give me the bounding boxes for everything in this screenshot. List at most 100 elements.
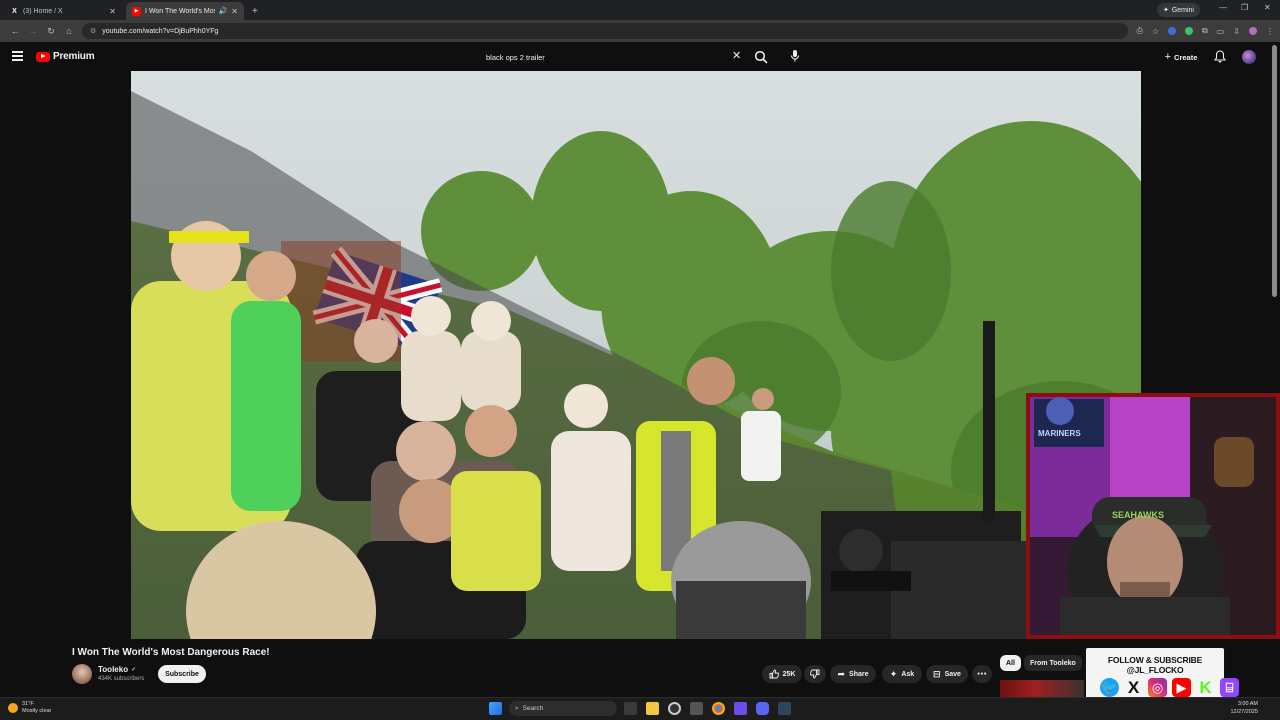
weather-temp: 31°F: [22, 701, 34, 707]
youtube-logo[interactable]: Premium: [36, 51, 95, 62]
svg-text:SEAHAWKS: SEAHAWKS: [1112, 510, 1164, 520]
weather-widget[interactable]: 31°F Mostly clear: [8, 701, 51, 715]
steam-icon[interactable]: [778, 702, 791, 715]
chip-from-channel[interactable]: From Tooleko: [1024, 655, 1082, 671]
video-frame: [131, 71, 1141, 639]
kick-icon: K: [1199, 677, 1212, 697]
tab-title: I Won The World's Most Da: [145, 7, 215, 15]
browser-tab-strip: X (3) Home / X ✕ ▶ I Won The World's Mos…: [0, 0, 1280, 20]
app-icon[interactable]: [734, 702, 747, 715]
notifications-bell-icon[interactable]: [1214, 50, 1226, 63]
tab-x-home[interactable]: X (3) Home / X ✕: [4, 2, 122, 20]
app-icon[interactable]: [690, 702, 703, 715]
plus-icon: +: [1164, 51, 1172, 63]
like-count: 25K: [782, 670, 796, 678]
menu-icon[interactable]: [12, 51, 23, 61]
share-button[interactable]: ➦ Share: [830, 665, 876, 683]
video-title: I Won The World's Most Dangerous Race!: [72, 647, 270, 658]
address-bar[interactable]: ⚙ youtube.com/watch?v=DjBuPhh0YFg: [82, 23, 1129, 39]
youtube-header: Premium black ops 2 trailer ✕ + Create: [0, 42, 1280, 72]
site-info-icon[interactable]: ⚙: [90, 27, 96, 35]
chip-all[interactable]: All: [1000, 655, 1021, 671]
clock-time: 3:00 AM: [1237, 701, 1258, 707]
follow-text: FOLLOW & SUBSCRIBE @JL_FLOCKO: [1107, 655, 1203, 675]
streamer-webcam: SEAHAWKS MARINERS: [1026, 393, 1280, 639]
chrome-icon[interactable]: [712, 702, 725, 715]
twitter-icon: 🐦: [1100, 678, 1119, 697]
speaker-icon[interactable]: 🔊: [219, 7, 228, 15]
search-input[interactable]: black ops 2 trailer: [479, 48, 749, 66]
create-label: Create: [1174, 52, 1198, 62]
bookmark-icon: ⊟: [933, 668, 941, 679]
account-avatar[interactable]: [1242, 50, 1256, 64]
save-button[interactable]: ⊟ Save: [926, 665, 968, 683]
sidepanel-icon[interactable]: ▭: [1217, 27, 1225, 36]
microphone-icon[interactable]: [790, 49, 800, 63]
channel-name[interactable]: Tooleko ✔: [98, 665, 136, 674]
downloads-icon[interactable]: ⇩: [1233, 27, 1240, 36]
profile-icon[interactable]: [1249, 27, 1257, 35]
weather-moon-icon: [8, 703, 18, 713]
search-icon[interactable]: [754, 50, 768, 64]
close-icon[interactable]: ✕: [109, 7, 116, 16]
sparkle-icon: ✦: [1162, 7, 1169, 14]
page-scrollbar[interactable]: [1272, 45, 1277, 297]
windows-taskbar: 31°F Mostly clear ⌕ Search 3:00 AM 12/27…: [0, 697, 1280, 720]
dislike-button[interactable]: [804, 665, 826, 683]
taskbar-search[interactable]: ⌕ Search: [509, 701, 617, 716]
logo-text: Premium: [53, 51, 95, 62]
screen: X (3) Home / X ✕ ▶ I Won The World's Mos…: [0, 0, 1280, 720]
clock-date: 12/27/2025: [1230, 708, 1258, 715]
thumbs-up-icon: [769, 669, 779, 679]
new-tab-button[interactable]: +: [252, 2, 258, 20]
youtube-icon: ▶: [132, 6, 141, 16]
menu-dots-icon[interactable]: ⋮: [1266, 27, 1274, 36]
thumbs-down-icon: [810, 669, 820, 679]
file-explorer-icon[interactable]: [646, 702, 659, 715]
task-view-icon[interactable]: [624, 702, 637, 715]
discord-icon[interactable]: [756, 702, 769, 715]
subscriber-count: 434K subscribers: [98, 676, 145, 682]
bookmark-star-icon[interactable]: ☆: [1152, 27, 1159, 36]
maximize-icon[interactable]: ❐: [1241, 3, 1248, 12]
home-icon[interactable]: ⌂: [60, 26, 78, 36]
search-icon: ⌕: [515, 704, 519, 712]
youtube-icon: ▶: [1172, 678, 1191, 697]
video-player[interactable]: [131, 71, 1141, 639]
minimize-icon[interactable]: —: [1219, 3, 1227, 12]
recommended-video-thumbnail[interactable]: [1000, 680, 1086, 698]
x-logo-icon: X: [12, 7, 17, 15]
close-window-icon[interactable]: ✕: [1264, 3, 1271, 12]
app-icon[interactable]: [668, 702, 681, 715]
gemini-button[interactable]: ✦ Gemini: [1156, 3, 1200, 17]
extension-icon[interactable]: [1168, 27, 1177, 35]
x-logo-icon: X: [1127, 677, 1140, 697]
ask-button[interactable]: ✦ Ask: [882, 665, 922, 683]
clear-search-icon[interactable]: ✕: [732, 51, 741, 62]
taskbar-search-placeholder: Search: [522, 705, 544, 712]
reload-icon[interactable]: ↻: [42, 26, 60, 37]
browser-toolbar: ← → ↻ ⌂ ⚙ youtube.com/watch?v=DjBuPhh0YF…: [0, 20, 1280, 42]
back-icon[interactable]: ←: [6, 26, 24, 36]
twitch-icon: ⌸: [1220, 678, 1239, 697]
subscribe-button[interactable]: Subscribe: [158, 665, 206, 683]
puzzle-icon[interactable]: ⧉: [1202, 26, 1208, 36]
channel-avatar[interactable]: [72, 664, 92, 684]
channel-name-text: Tooleko: [98, 665, 129, 674]
share-icon: ➦: [837, 668, 846, 679]
webcam-sign-text: MARINERS: [1038, 429, 1081, 438]
extension-icon[interactable]: [1185, 27, 1194, 35]
like-button[interactable]: 25K: [762, 665, 802, 683]
social-icons: 🐦 X ◎ ▶ K ⌸: [1100, 678, 1239, 697]
ask-label: Ask: [901, 670, 915, 678]
sparkle-icon: ✦: [889, 668, 898, 679]
close-icon[interactable]: ✕: [231, 7, 238, 16]
install-icon[interactable]: ⎙: [1136, 26, 1142, 36]
windows-start-icon[interactable]: [489, 702, 502, 715]
create-button[interactable]: + Create: [1158, 49, 1204, 65]
more-actions-button[interactable]: ⋯: [972, 665, 992, 683]
system-clock[interactable]: 3:00 AM 12/27/2025: [1230, 701, 1258, 716]
tab-youtube-video[interactable]: ▶ I Won The World's Most Da 🔊 ✕: [126, 2, 244, 20]
gemini-label: Gemini: [1171, 6, 1194, 14]
forward-icon[interactable]: →: [24, 26, 42, 36]
